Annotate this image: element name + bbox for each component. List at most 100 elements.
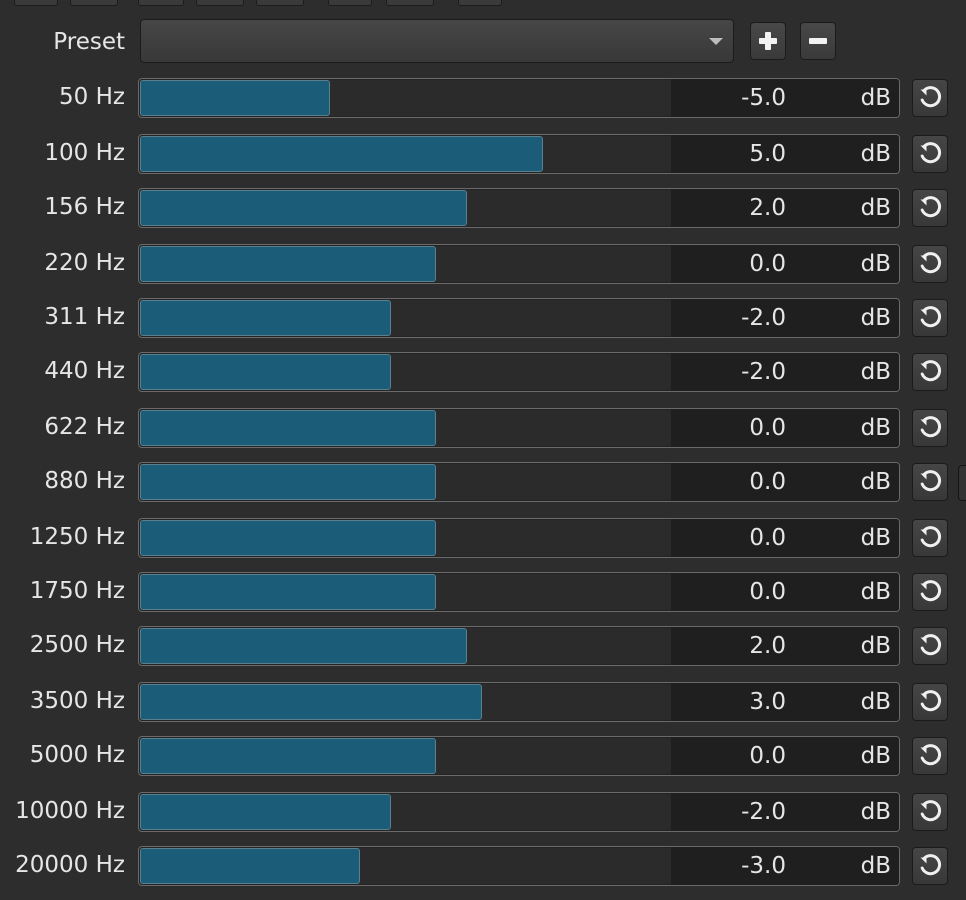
reset-band-button[interactable]: [912, 519, 948, 557]
band-gain-slider[interactable]: 0.0 dB: [138, 462, 900, 502]
gain-value-field[interactable]: -5.0 dB: [671, 79, 899, 117]
gain-value: -3.0: [741, 853, 786, 879]
preset-dropdown[interactable]: [140, 19, 734, 63]
band-frequency-label: 50 Hz: [59, 84, 125, 110]
band-row: 440 Hz -2.0 dB: [0, 352, 966, 392]
band-frequency-label: 156 Hz: [44, 194, 125, 220]
gain-value-field[interactable]: 0.0 dB: [671, 573, 899, 611]
band-gain-slider[interactable]: 0.0 dB: [138, 736, 900, 776]
reset-band-button[interactable]: [912, 245, 948, 283]
gain-unit: dB: [860, 251, 891, 277]
gain-value-field[interactable]: -3.0 dB: [671, 847, 899, 885]
band-frequency-label: 3500 Hz: [29, 688, 125, 714]
top-tab[interactable]: [386, 0, 434, 6]
gain-value: 0.0: [749, 743, 786, 769]
gain-unit: dB: [860, 359, 891, 385]
top-tab[interactable]: [328, 0, 372, 6]
reset-band-button[interactable]: [912, 189, 948, 227]
reset-icon: [920, 690, 942, 712]
reset-band-button[interactable]: [912, 793, 948, 831]
gain-value: -2.0: [741, 799, 786, 825]
gain-unit: dB: [860, 525, 891, 551]
gain-unit: dB: [860, 633, 891, 659]
reset-icon: [920, 580, 942, 602]
reset-band-button[interactable]: [912, 737, 948, 775]
reset-band-button[interactable]: [912, 463, 948, 501]
reset-band-button[interactable]: [912, 299, 948, 337]
band-gain-slider[interactable]: 3.0 dB: [138, 682, 900, 722]
preset-row: Preset: [0, 19, 966, 65]
reset-icon: [920, 142, 942, 164]
gain-value-field[interactable]: -2.0 dB: [671, 299, 899, 337]
gain-value-field[interactable]: -2.0 dB: [671, 793, 899, 831]
slider-fill: [140, 684, 482, 720]
band-gain-slider[interactable]: 5.0 dB: [138, 134, 900, 174]
band-gain-slider[interactable]: 0.0 dB: [138, 408, 900, 448]
band-gain-slider[interactable]: -5.0 dB: [138, 78, 900, 118]
gain-value-field[interactable]: -2.0 dB: [671, 353, 899, 391]
reset-icon: [920, 416, 942, 438]
reset-band-button[interactable]: [912, 627, 948, 665]
band-gain-slider[interactable]: -3.0 dB: [138, 846, 900, 886]
band-frequency-label: 622 Hz: [44, 414, 125, 440]
top-tab[interactable]: [14, 0, 58, 6]
reset-band-button[interactable]: [912, 683, 948, 721]
band-gain-slider[interactable]: 2.0 dB: [138, 188, 900, 228]
slider-fill: [140, 300, 391, 336]
reset-band-button[interactable]: [912, 135, 948, 173]
reset-icon: [920, 306, 942, 328]
preset-label: Preset: [53, 29, 125, 55]
slider-fill: [140, 574, 436, 610]
slider-fill: [140, 794, 391, 830]
gain-value-field[interactable]: 3.0 dB: [671, 683, 899, 721]
slider-fill: [140, 410, 436, 446]
top-tab[interactable]: [138, 0, 184, 6]
top-tab[interactable]: [196, 0, 244, 6]
slider-fill: [140, 628, 467, 664]
scroll-edge[interactable]: [958, 465, 966, 501]
reset-band-button[interactable]: [912, 847, 948, 885]
reset-band-button[interactable]: [912, 353, 948, 391]
band-gain-slider[interactable]: 0.0 dB: [138, 518, 900, 558]
remove-preset-button[interactable]: [800, 22, 836, 60]
gain-value-field[interactable]: 0.0 dB: [671, 245, 899, 283]
gain-value-field[interactable]: 5.0 dB: [671, 135, 899, 173]
reset-band-button[interactable]: [912, 573, 948, 611]
gain-value-field[interactable]: 2.0 dB: [671, 189, 899, 227]
band-row: 10000 Hz -2.0 dB: [0, 792, 966, 832]
reset-band-button[interactable]: [912, 409, 948, 447]
band-gain-slider[interactable]: 2.0 dB: [138, 626, 900, 666]
band-gain-slider[interactable]: 0.0 dB: [138, 572, 900, 612]
band-gain-slider[interactable]: -2.0 dB: [138, 352, 900, 392]
gain-unit: dB: [860, 579, 891, 605]
gain-value-field[interactable]: 0.0 dB: [671, 737, 899, 775]
band-row: 50 Hz -5.0 dB: [0, 78, 966, 118]
gain-value: 0.0: [749, 469, 786, 495]
reset-icon: [920, 360, 942, 382]
band-gain-slider[interactable]: 0.0 dB: [138, 244, 900, 284]
gain-value-field[interactable]: 0.0 dB: [671, 409, 899, 447]
band-gain-slider[interactable]: -2.0 dB: [138, 792, 900, 832]
gain-value: 3.0: [749, 689, 786, 715]
top-tab[interactable]: [256, 0, 304, 6]
band-frequency-label: 1250 Hz: [29, 524, 125, 550]
chevron-down-icon: [709, 38, 723, 45]
add-preset-button[interactable]: [750, 22, 786, 60]
reset-icon: [920, 196, 942, 218]
band-gain-slider[interactable]: -2.0 dB: [138, 298, 900, 338]
gain-value-field[interactable]: 2.0 dB: [671, 627, 899, 665]
band-frequency-label: 20000 Hz: [15, 852, 125, 878]
band-row: 100 Hz 5.0 dB: [0, 134, 966, 174]
band-frequency-label: 311 Hz: [44, 304, 125, 330]
gain-value: 5.0: [749, 141, 786, 167]
reset-icon: [920, 744, 942, 766]
gain-value-field[interactable]: 0.0 dB: [671, 519, 899, 557]
reset-icon: [920, 86, 942, 108]
band-row: 1250 Hz 0.0 dB: [0, 518, 966, 558]
band-row: 1750 Hz 0.0 dB: [0, 572, 966, 612]
top-tab[interactable]: [70, 0, 118, 6]
top-tab[interactable]: [458, 0, 502, 6]
band-frequency-label: 2500 Hz: [29, 632, 125, 658]
gain-value-field[interactable]: 0.0 dB: [671, 463, 899, 501]
reset-band-button[interactable]: [912, 79, 948, 117]
